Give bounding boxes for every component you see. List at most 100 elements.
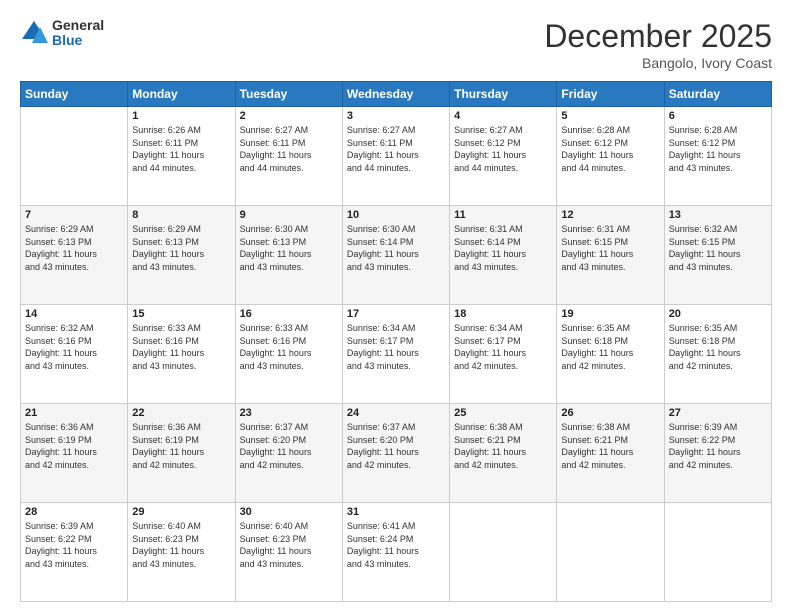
- calendar-cell: 30 Sunrise: 6:40 AMSunset: 6:23 PMDayligh…: [235, 503, 342, 602]
- day-info: Sunrise: 6:41 AMSunset: 6:24 PMDaylight:…: [347, 520, 445, 570]
- day-info: Sunrise: 6:34 AMSunset: 6:17 PMDaylight:…: [454, 322, 552, 372]
- calendar-cell: [21, 107, 128, 206]
- calendar-cell: 17 Sunrise: 6:34 AMSunset: 6:17 PMDayligh…: [342, 305, 449, 404]
- calendar-cell: 21 Sunrise: 6:36 AMSunset: 6:19 PMDayligh…: [21, 404, 128, 503]
- day-number: 15: [132, 308, 230, 320]
- day-info: Sunrise: 6:35 AMSunset: 6:18 PMDaylight:…: [669, 322, 767, 372]
- day-number: 14: [25, 308, 123, 320]
- calendar-cell: 4 Sunrise: 6:27 AMSunset: 6:12 PMDaylight…: [450, 107, 557, 206]
- day-info: Sunrise: 6:40 AMSunset: 6:23 PMDaylight:…: [240, 520, 338, 570]
- day-info: Sunrise: 6:33 AMSunset: 6:16 PMDaylight:…: [240, 322, 338, 372]
- header-day-tuesday: Tuesday: [235, 82, 342, 107]
- day-number: 6: [669, 110, 767, 122]
- calendar-week-2: 7 Sunrise: 6:29 AMSunset: 6:13 PMDaylight…: [21, 206, 772, 305]
- calendar-week-5: 28 Sunrise: 6:39 AMSunset: 6:22 PMDayligh…: [21, 503, 772, 602]
- day-number: 1: [132, 110, 230, 122]
- calendar-cell: 26Sunrise: 6:38 AMSunset: 6:21 PMDayligh…: [557, 404, 664, 503]
- day-info: Sunrise: 6:39 AMSunset: 6:22 PMDaylight:…: [669, 421, 767, 471]
- day-number: 8: [132, 209, 230, 221]
- calendar-cell: 8 Sunrise: 6:29 AMSunset: 6:13 PMDaylight…: [128, 206, 235, 305]
- calendar-cell: 10 Sunrise: 6:30 AMSunset: 6:14 PMDayligh…: [342, 206, 449, 305]
- day-number: 10: [347, 209, 445, 221]
- day-info: Sunrise: 6:30 AMSunset: 6:14 PMDaylight:…: [347, 223, 445, 273]
- calendar-title: December 2025: [544, 18, 772, 55]
- day-number: 12: [561, 209, 659, 221]
- day-info: Sunrise: 6:26 AMSunset: 6:11 PMDaylight:…: [132, 124, 230, 174]
- calendar-cell: 18 Sunrise: 6:34 AMSunset: 6:17 PMDayligh…: [450, 305, 557, 404]
- calendar-cell: [450, 503, 557, 602]
- day-info: Sunrise: 6:37 AMSunset: 6:20 PMDaylight:…: [347, 421, 445, 471]
- day-info: Sunrise: 6:31 AMSunset: 6:15 PMDaylight:…: [561, 223, 659, 273]
- day-info: Sunrise: 6:36 AMSunset: 6:19 PMDaylight:…: [25, 421, 123, 471]
- day-number: 21: [25, 407, 123, 419]
- day-info: Sunrise: 6:29 AMSunset: 6:13 PMDaylight:…: [132, 223, 230, 273]
- calendar-cell: 14 Sunrise: 6:32 AMSunset: 6:16 PMDayligh…: [21, 305, 128, 404]
- day-info: Sunrise: 6:27 AMSunset: 6:12 PMDaylight:…: [454, 124, 552, 174]
- day-info: Sunrise: 6:39 AMSunset: 6:22 PMDaylight:…: [25, 520, 123, 570]
- logo-blue-text: Blue: [52, 33, 104, 48]
- day-number: 5: [561, 110, 659, 122]
- day-number: 18: [454, 308, 552, 320]
- day-info: Sunrise: 6:34 AMSunset: 6:17 PMDaylight:…: [347, 322, 445, 372]
- day-number: 31: [347, 506, 445, 518]
- calendar-week-3: 14 Sunrise: 6:32 AMSunset: 6:16 PMDayligh…: [21, 305, 772, 404]
- calendar-cell: 12 Sunrise: 6:31 AMSunset: 6:15 PMDayligh…: [557, 206, 664, 305]
- calendar-cell: 15 Sunrise: 6:33 AMSunset: 6:16 PMDayligh…: [128, 305, 235, 404]
- day-number: 9: [240, 209, 338, 221]
- day-number: 20: [669, 308, 767, 320]
- calendar-cell: 27 Sunrise: 6:39 AMSunset: 6:22 PMDayligh…: [664, 404, 771, 503]
- day-info: Sunrise: 6:32 AMSunset: 6:16 PMDaylight:…: [25, 322, 123, 372]
- day-number: 2: [240, 110, 338, 122]
- header-day-thursday: Thursday: [450, 82, 557, 107]
- calendar-cell: 6Sunrise: 6:28 AMSunset: 6:12 PMDaylight…: [664, 107, 771, 206]
- calendar-cell: 19Sunrise: 6:35 AMSunset: 6:18 PMDayligh…: [557, 305, 664, 404]
- calendar-cell: 9 Sunrise: 6:30 AMSunset: 6:13 PMDaylight…: [235, 206, 342, 305]
- calendar-cell: 16Sunrise: 6:33 AMSunset: 6:16 PMDayligh…: [235, 305, 342, 404]
- day-number: 22: [132, 407, 230, 419]
- logo: General Blue: [20, 18, 104, 49]
- day-number: 27: [669, 407, 767, 419]
- calendar-cell: [557, 503, 664, 602]
- day-number: 23: [240, 407, 338, 419]
- title-block: December 2025 Bangolo, Ivory Coast: [544, 18, 772, 71]
- day-number: 30: [240, 506, 338, 518]
- calendar-cell: 24 Sunrise: 6:37 AMSunset: 6:20 PMDayligh…: [342, 404, 449, 503]
- calendar-cell: 5Sunrise: 6:28 AMSunset: 6:12 PMDaylight…: [557, 107, 664, 206]
- logo-text: General Blue: [52, 18, 104, 49]
- header-day-sunday: Sunday: [21, 82, 128, 107]
- calendar-cell: 28 Sunrise: 6:39 AMSunset: 6:22 PMDayligh…: [21, 503, 128, 602]
- calendar-cell: 29 Sunrise: 6:40 AMSunset: 6:23 PMDayligh…: [128, 503, 235, 602]
- day-number: 29: [132, 506, 230, 518]
- calendar-cell: 7 Sunrise: 6:29 AMSunset: 6:13 PMDaylight…: [21, 206, 128, 305]
- logo-general-text: General: [52, 18, 104, 33]
- header: General Blue December 2025 Bangolo, Ivor…: [20, 18, 772, 71]
- calendar-location: Bangolo, Ivory Coast: [544, 55, 772, 71]
- day-info: Sunrise: 6:29 AMSunset: 6:13 PMDaylight:…: [25, 223, 123, 273]
- header-row: SundayMondayTuesdayWednesdayThursdayFrid…: [21, 82, 772, 107]
- day-number: 4: [454, 110, 552, 122]
- day-info: Sunrise: 6:40 AMSunset: 6:23 PMDaylight:…: [132, 520, 230, 570]
- day-info: Sunrise: 6:30 AMSunset: 6:13 PMDaylight:…: [240, 223, 338, 273]
- calendar-cell: [664, 503, 771, 602]
- day-info: Sunrise: 6:27 AMSunset: 6:11 PMDaylight:…: [240, 124, 338, 174]
- calendar-cell: 2 Sunrise: 6:27 AMSunset: 6:11 PMDaylight…: [235, 107, 342, 206]
- day-number: 17: [347, 308, 445, 320]
- calendar-week-4: 21 Sunrise: 6:36 AMSunset: 6:19 PMDayligh…: [21, 404, 772, 503]
- day-info: Sunrise: 6:27 AMSunset: 6:11 PMDaylight:…: [347, 124, 445, 174]
- day-number: 3: [347, 110, 445, 122]
- day-info: Sunrise: 6:32 AMSunset: 6:15 PMDaylight:…: [669, 223, 767, 273]
- calendar-cell: 20 Sunrise: 6:35 AMSunset: 6:18 PMDayligh…: [664, 305, 771, 404]
- day-number: 13: [669, 209, 767, 221]
- day-number: 24: [347, 407, 445, 419]
- header-day-monday: Monday: [128, 82, 235, 107]
- day-info: Sunrise: 6:33 AMSunset: 6:16 PMDaylight:…: [132, 322, 230, 372]
- day-number: 7: [25, 209, 123, 221]
- day-number: 26: [561, 407, 659, 419]
- calendar-cell: 1 Sunrise: 6:26 AMSunset: 6:11 PMDaylight…: [128, 107, 235, 206]
- header-day-wednesday: Wednesday: [342, 82, 449, 107]
- calendar-cell: 22 Sunrise: 6:36 AMSunset: 6:19 PMDayligh…: [128, 404, 235, 503]
- day-info: Sunrise: 6:36 AMSunset: 6:19 PMDaylight:…: [132, 421, 230, 471]
- day-number: 11: [454, 209, 552, 221]
- day-number: 19: [561, 308, 659, 320]
- day-number: 28: [25, 506, 123, 518]
